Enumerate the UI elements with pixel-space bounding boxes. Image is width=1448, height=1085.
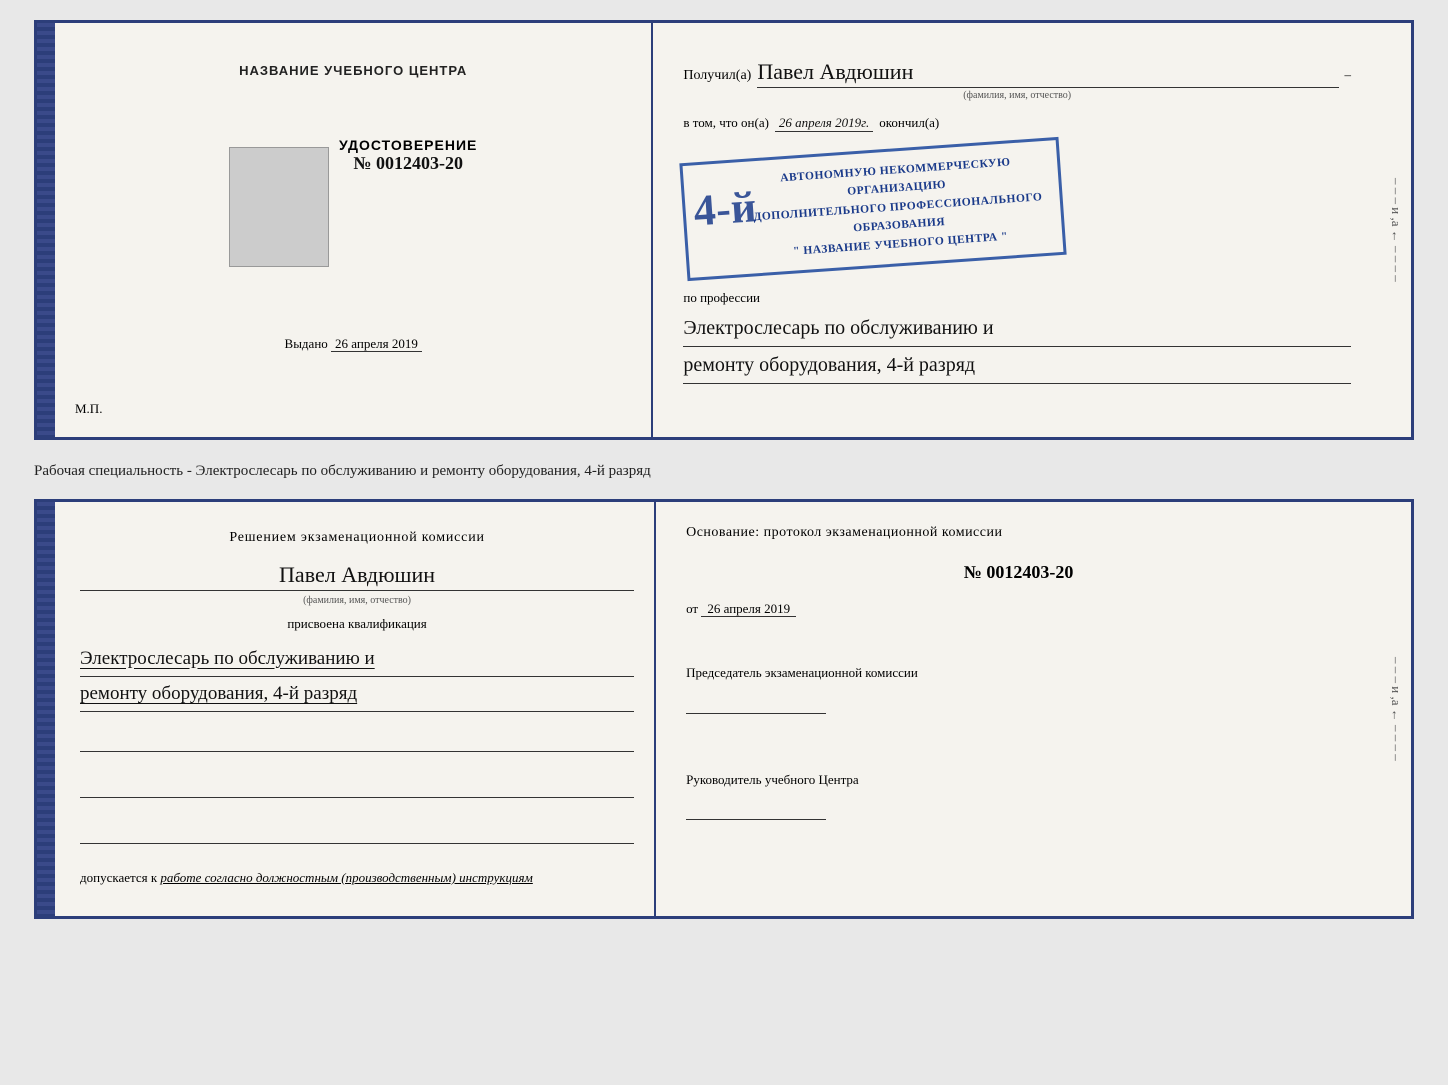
vydano-date: 26 апреля 2019: [331, 336, 422, 352]
po-professii-label: по профессии: [683, 290, 1351, 306]
top-doc-left-panel: НАЗВАНИЕ УЧЕБНОГО ЦЕНТРА УДОСТОВЕРЕНИЕ №…: [55, 23, 653, 437]
qualification-line2: ремонту оборудования, 4-й разряд: [80, 677, 634, 712]
bottom-name-subtitle: (фамилия, имя, отчество): [80, 595, 634, 606]
top-left-title: НАЗВАНИЕ УЧЕБНОГО ЦЕНТРА: [239, 63, 467, 78]
ot-line: от 26 апреля 2019: [686, 601, 1351, 617]
udostoverenie-number: № 0012403-20: [339, 153, 477, 174]
bottom-number: № 0012403-20: [686, 562, 1351, 583]
ot-date: 26 апреля 2019: [701, 601, 796, 617]
dopuskaetsya-text: работе согласно должностным (производств…: [160, 870, 532, 885]
bottom-right-spine: – – – и ,а ← – – – –: [1381, 502, 1411, 916]
okonchil-label: окончил(а): [879, 115, 939, 131]
poluchil-line: Получил(a) Павел Авдюшин –: [683, 59, 1351, 88]
rukovoditel-section: Руководитель учебного Центра: [686, 754, 1351, 827]
udostoverenie-label: УДОСТОВЕРЕНИЕ: [339, 137, 477, 153]
osnovanie-text: Основание: протокол экзаменационной коми…: [686, 522, 1351, 544]
vydano-block: Выдано 26 апреля 2019: [285, 336, 422, 352]
udostoverenie-block: УДОСТОВЕРЕНИЕ № 0012403-20: [339, 137, 477, 174]
middle-text: Рабочая специальность - Электрослесарь п…: [34, 452, 1414, 487]
qualification-section: Электрослесарь по обслуживанию и ремонту…: [80, 642, 634, 712]
signature-line-2: [80, 774, 634, 798]
stamp-text: АВТОНОМНУЮ НЕКОММЕРЧЕСКУЮ ОРГАНИЗАЦИЮ ДО…: [743, 151, 1053, 264]
profession-line2: ремонту оборудования, 4-й разряд: [683, 347, 1351, 384]
vtom-line: в том, что он(а) 26 апреля 2019г. окончи…: [683, 115, 1351, 132]
signature-line-3: [80, 820, 634, 844]
ot-label: от: [686, 601, 698, 616]
top-document: НАЗВАНИЕ УЧЕБНОГО ЦЕНТРА УДОСТОВЕРЕНИЕ №…: [34, 20, 1414, 440]
dopuskaetsya-label: допускается к: [80, 870, 157, 885]
page-wrapper: НАЗВАНИЕ УЧЕБНОГО ЦЕНТРА УДОСТОВЕРЕНИЕ №…: [34, 20, 1414, 919]
recipient-name: Павел Авдюшин: [757, 59, 1338, 88]
signature-line-1: [80, 728, 634, 752]
bottom-document: Решением экзаменационной комиссии Павел …: [34, 499, 1414, 919]
poluchil-label: Получил(a): [683, 68, 751, 84]
completion-date: 26 апреля 2019г.: [775, 115, 873, 132]
po-professii-section: по профессии Электрослесарь по обслужива…: [683, 290, 1351, 384]
bottom-left-spine: [37, 502, 55, 916]
photo-placeholder: [229, 147, 329, 267]
mp-label: М.П.: [75, 401, 102, 417]
prisvoena-text: присвоена квалификация: [80, 616, 634, 632]
profession-line1: Электрослесарь по обслуживанию и: [683, 310, 1351, 347]
bottom-recipient-name: Павел Авдюшин: [80, 562, 634, 591]
stamp-wrapper: 4-й АВТОНОМНУЮ НЕКОММЕРЧЕСКУЮ ОРГАНИЗАЦИ…: [683, 146, 1351, 272]
bottom-name-section: Павел Авдюшин (фамилия, имя, отчество): [80, 558, 634, 606]
rukovoditel-label: Руководитель учебного Центра: [686, 770, 1351, 791]
dopuskaetsya-section: допускается к работе согласно должностны…: [80, 870, 634, 886]
bottom-doc-right-panel: Основание: протокол экзаменационной коми…: [656, 502, 1381, 916]
predsedatel-section: Председатель экзаменационной комиссии: [686, 647, 1351, 720]
top-doc-right-panel: Получил(a) Павел Авдюшин – (фамилия, имя…: [653, 23, 1381, 437]
poluchil-section: Получил(a) Павел Авдюшин – (фамилия, имя…: [683, 51, 1351, 101]
predsedatel-signature-line: [686, 690, 826, 714]
vydano-label: Выдано: [285, 336, 328, 351]
left-spine: [37, 23, 55, 437]
qualification-line1: Электрослесарь по обслуживанию и: [80, 642, 634, 677]
organization-stamp: 4-й АВТОНОМНУЮ НЕКОММЕРЧЕСКУЮ ОРГАНИЗАЦИ…: [680, 137, 1067, 281]
vtom-label: в том, что он(а): [683, 115, 769, 131]
predsedatel-label: Председатель экзаменационной комиссии: [686, 663, 1351, 684]
rukovoditel-signature-line: [686, 796, 826, 820]
name-subtitle: (фамилия, имя, отчество): [683, 90, 1351, 101]
bottom-doc-left-panel: Решением экзаменационной комиссии Павел …: [55, 502, 656, 916]
right-spine-decorations: – – – и ,а ← – – – –: [1381, 23, 1411, 437]
stamp-digit: 4-й: [693, 185, 759, 233]
resheniem-label: Решением экзаменационной комиссии: [229, 530, 484, 545]
resheniem-title: Решением экзаменационной комиссии: [80, 527, 634, 548]
